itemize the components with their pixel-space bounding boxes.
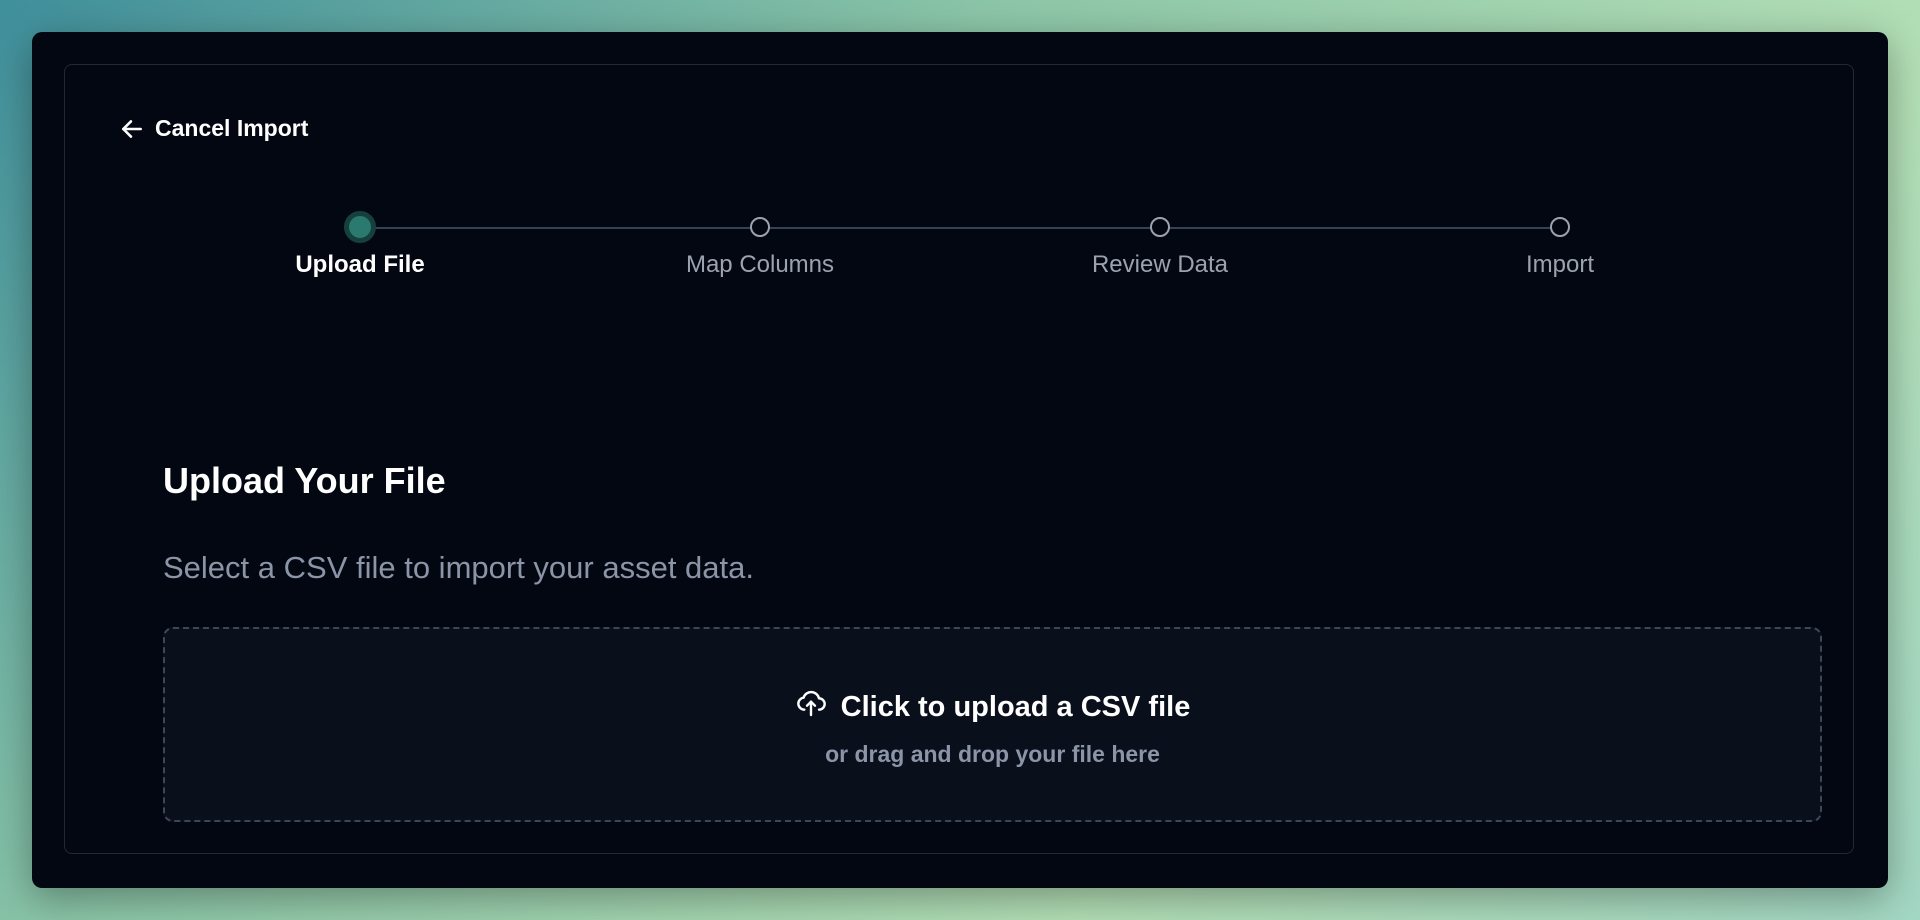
step-label: Upload File [295, 251, 425, 278]
step-label: Map Columns [685, 251, 835, 278]
step-review-data[interactable]: Review Data [1040, 215, 1280, 279]
step-indicator [1550, 217, 1570, 237]
step-import[interactable]: Import [1440, 215, 1680, 279]
progress-stepper: Upload File Map Columns Review Data Impo… [65, 205, 1853, 285]
step-label: Review Data [1091, 251, 1229, 278]
cancel-import-label: Cancel Import [155, 115, 309, 141]
cloud-upload-icon [795, 687, 827, 727]
page-description: Select a CSV file to import your asset d… [163, 550, 754, 585]
dropzone-primary-text: Click to upload a CSV file [840, 690, 1191, 723]
step-upload-file[interactable]: Upload File [240, 211, 480, 279]
stepper-track [360, 227, 1560, 229]
dropzone-secondary-text: or drag and drop your file here [825, 741, 1160, 767]
step-map-columns[interactable]: Map Columns [640, 215, 880, 279]
step-label: Import [1525, 251, 1594, 278]
file-dropzone[interactable]: Click to upload a CSV file or drag and d… [163, 627, 1822, 822]
arrow-left-icon [119, 116, 145, 142]
dropzone-primary: Click to upload a CSV file [165, 687, 1820, 727]
import-card: Cancel Import Upload File Map Columns Re… [64, 64, 1854, 854]
app-window: Cancel Import Upload File Map Columns Re… [32, 32, 1888, 888]
page-title: Upload Your File [163, 460, 446, 501]
step-indicator-active [344, 211, 376, 243]
step-indicator [1150, 217, 1170, 237]
step-indicator [750, 217, 770, 237]
cancel-import-button[interactable]: Cancel Import [119, 115, 308, 142]
